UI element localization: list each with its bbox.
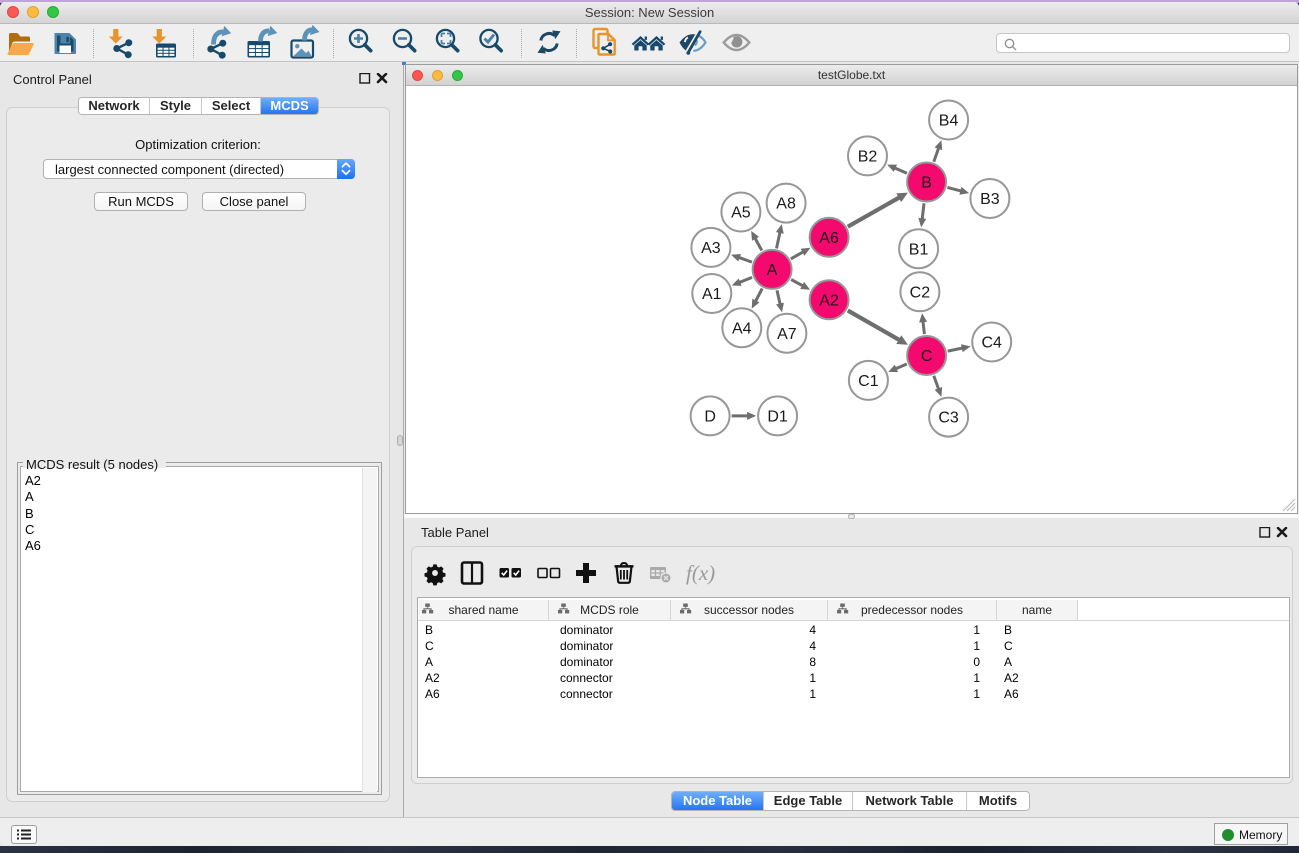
svg-text:B4: B4 <box>939 113 959 130</box>
svg-text:D1: D1 <box>767 409 788 426</box>
svg-text:C1: C1 <box>858 373 879 390</box>
svg-text:A2: A2 <box>819 292 839 309</box>
svg-text:A6: A6 <box>819 230 839 247</box>
svg-text:B1: B1 <box>909 241 929 258</box>
svg-text:C2: C2 <box>910 284 931 301</box>
svg-text:B: B <box>921 175 932 192</box>
svg-text:B3: B3 <box>980 191 1000 208</box>
svg-text:f(x): f(x) <box>686 561 715 585</box>
svg-text:A5: A5 <box>731 205 751 222</box>
svg-text:C3: C3 <box>938 410 959 427</box>
svg-text:C4: C4 <box>981 335 1002 352</box>
svg-text:A: A <box>767 262 778 279</box>
svg-text:B2: B2 <box>858 149 878 166</box>
svg-text:A4: A4 <box>732 320 752 337</box>
svg-text:A7: A7 <box>777 326 797 343</box>
svg-text:A8: A8 <box>776 196 796 213</box>
svg-text:D: D <box>704 409 716 426</box>
svg-text:A3: A3 <box>701 240 721 257</box>
svg-text:A1: A1 <box>702 286 722 303</box>
svg-text:C: C <box>921 348 933 365</box>
